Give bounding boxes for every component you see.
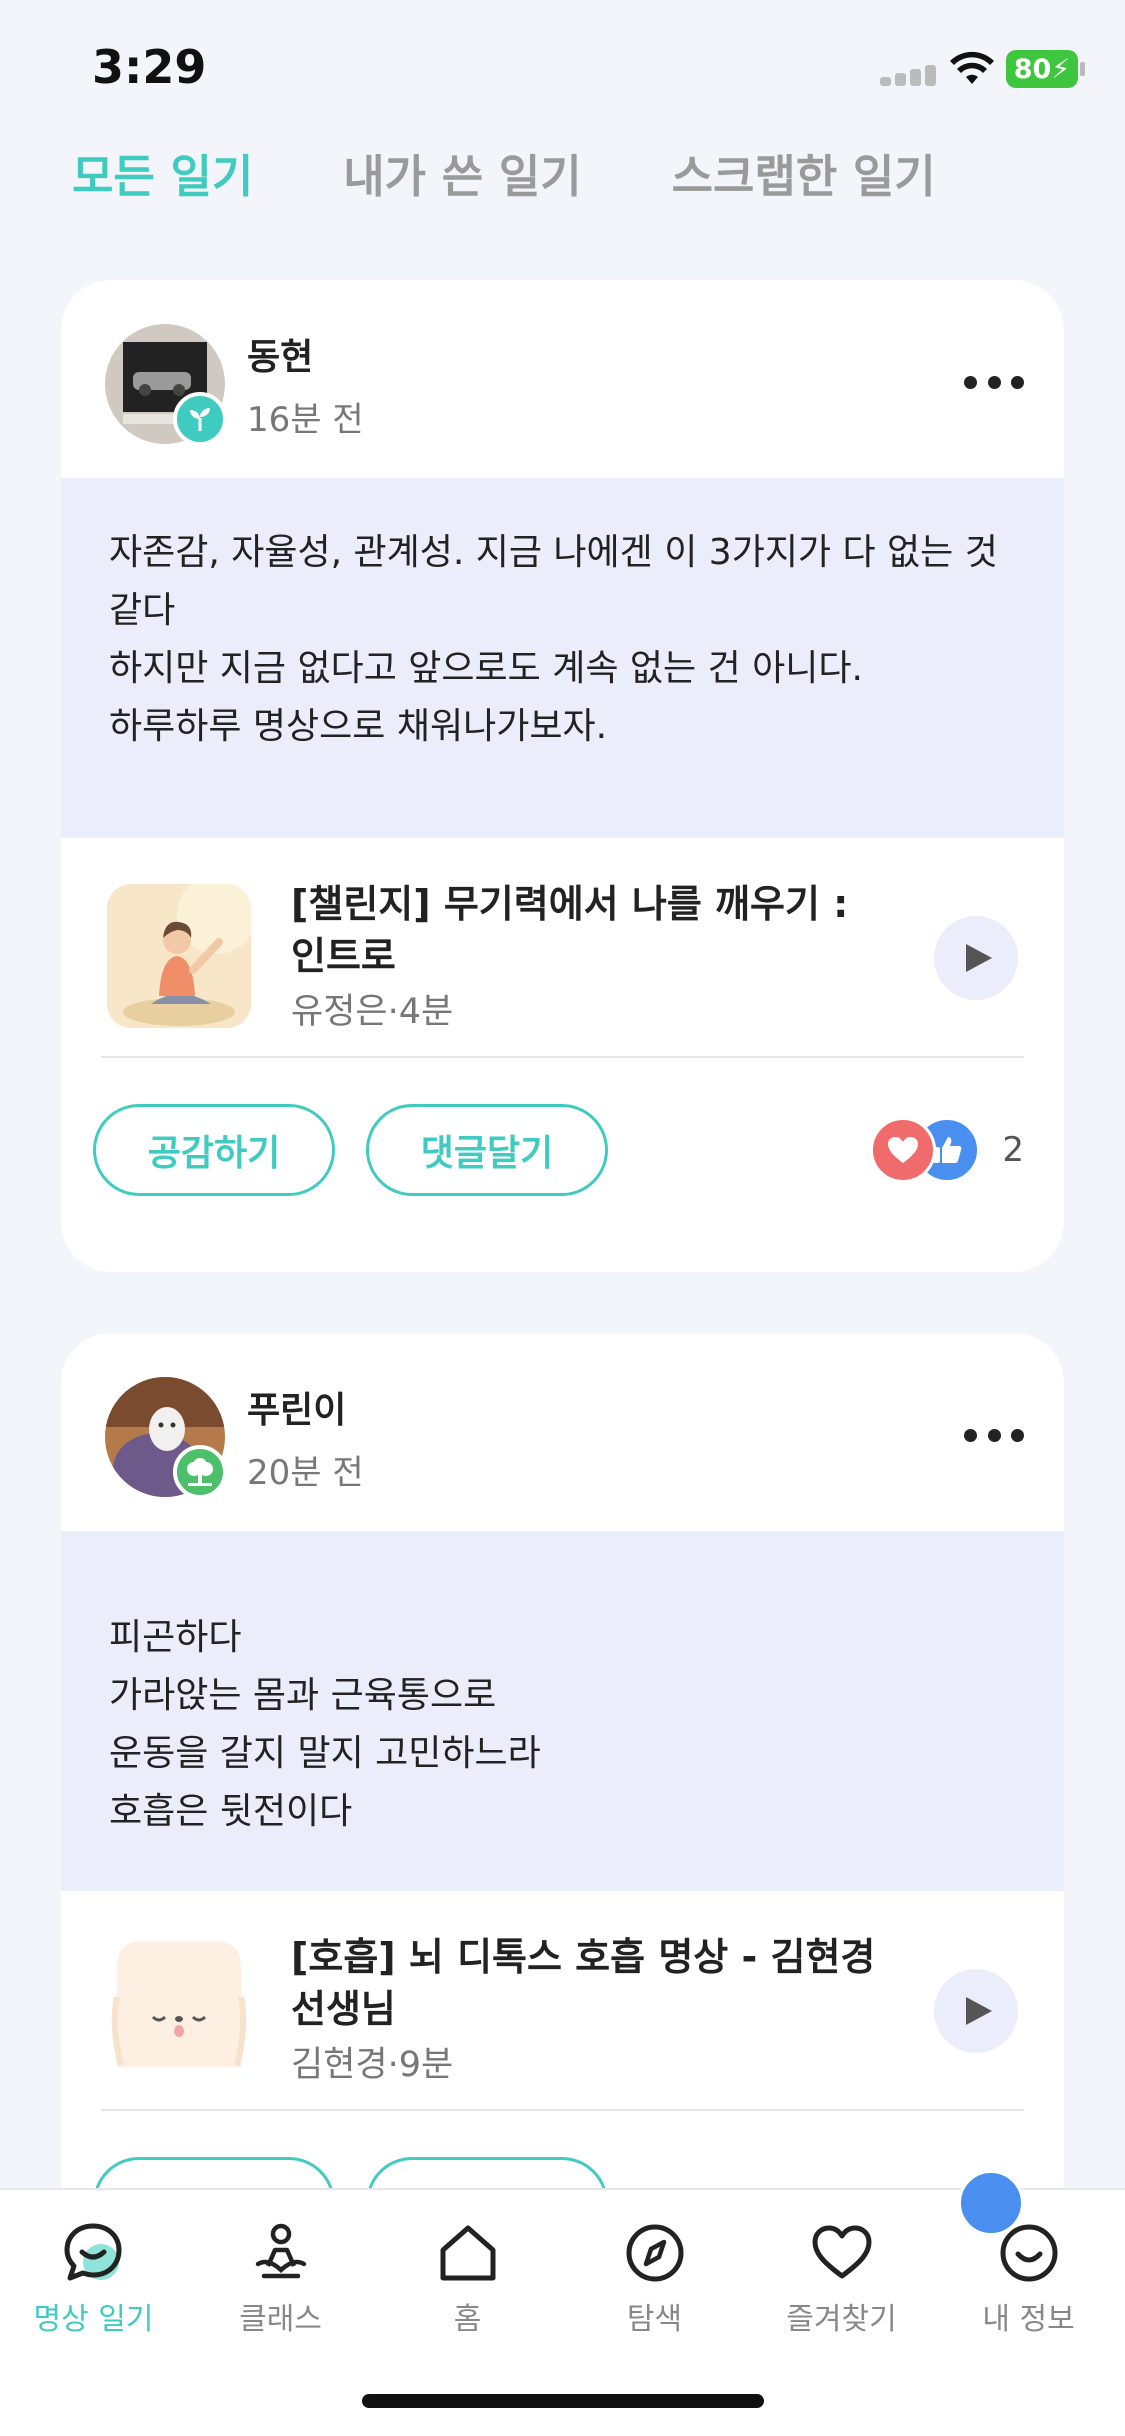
- status-bar: 3:29 80 ⚡: [0, 0, 1125, 130]
- content-meta: 김현경·9분: [291, 2045, 454, 2085]
- nav-explore[interactable]: 탐색: [561, 2190, 748, 2350]
- content-title: [챌린지] 무기력에서 나를 깨우기 : 인트로: [291, 882, 849, 978]
- play-button[interactable]: [934, 1969, 1018, 2053]
- content-thumbnail: [107, 884, 251, 1028]
- chat-icon: [64, 2223, 122, 2281]
- battery-level: 80: [1013, 53, 1052, 85]
- post-time: 20분 전: [247, 1453, 364, 1493]
- sprout-badge-icon: [173, 392, 227, 446]
- reaction-count: 2: [1002, 1130, 1024, 1170]
- content-thumbnail: [107, 1937, 251, 2081]
- battery-icon: 80 ⚡: [1006, 50, 1078, 88]
- card-header: 푸린이 20분 전: [61, 1333, 1064, 1531]
- empathize-button[interactable]: 공감하기: [93, 1104, 335, 1196]
- diary-text-area[interactable]: 자존감, 자율성, 관계성. 지금 나에겐 이 3가지가 다 없는 것 같다 하…: [61, 478, 1064, 838]
- diary-text: 자존감, 자율성, 관계성. 지금 나에겐 이 3가지가 다 없는 것 같다 하…: [109, 532, 998, 747]
- nav-label: 내 정보: [982, 2302, 1075, 2337]
- author-name[interactable]: 동현: [247, 328, 313, 380]
- diary-card: 푸린이 20분 전 피곤하다 가라앉는 몸과 근육통으로 운동을 갈지 말지 고…: [61, 1333, 1064, 2233]
- thumbs-up-reaction-icon: [958, 2170, 1024, 2233]
- nav-label: 홈: [453, 2302, 482, 2337]
- play-icon: [966, 1997, 992, 2025]
- nav-meditation-diary[interactable]: 명상 일기: [0, 2190, 187, 2350]
- content-title: [호흡] 뇌 디톡스 호흡 명상 - 김현경 선생님: [291, 1935, 876, 2031]
- diary-card: 동현 16분 전 자존감, 자율성, 관계성. 지금 나에겐 이 3가지가 다 …: [61, 280, 1064, 1272]
- more-options-icon[interactable]: [964, 362, 1024, 402]
- post-time: 16분 전: [247, 400, 364, 440]
- diary-text: 피곤하다 가라앉는 몸과 근육통으로 운동을 갈지 말지 고민하느라 호흡은 뒷…: [109, 1617, 541, 1832]
- wifi-icon: [950, 51, 994, 84]
- battery-cap: [1080, 62, 1085, 76]
- play-button[interactable]: [934, 916, 1018, 1000]
- linked-content[interactable]: [챌린지] 무기력에서 나를 깨우기 : 인트로 유정은·4분: [61, 838, 1064, 1058]
- comment-button[interactable]: 댓글달기: [366, 1104, 608, 1196]
- nav-class[interactable]: 클래스: [187, 2190, 374, 2350]
- play-icon: [966, 944, 992, 972]
- nav-home[interactable]: 홈: [374, 2190, 561, 2350]
- compass-icon: [626, 2224, 684, 2282]
- tab-scrapped-diaries[interactable]: 스크랩한 일기: [672, 140, 936, 210]
- heart-reaction-icon: [870, 1117, 937, 1183]
- action-row: 공감하기 댓글달기 2: [61, 1058, 1064, 1258]
- heart-icon: [812, 2225, 872, 2279]
- nav-label: 즐겨찾기: [786, 2302, 897, 2337]
- nav-label: 클래스: [239, 2302, 322, 2337]
- home-icon: [440, 2225, 496, 2281]
- tree-badge-icon: [173, 1445, 227, 1499]
- tab-my-diaries[interactable]: 내가 쓴 일기: [343, 140, 581, 210]
- content-meta: 유정은·4분: [291, 992, 454, 1032]
- reaction-summary[interactable]: 2: [870, 1116, 1024, 1184]
- reaction-summary[interactable]: [958, 2169, 1024, 2233]
- diary-text-area[interactable]: 피곤하다 가라앉는 몸과 근육통으로 운동을 갈지 말지 고민하느라 호흡은 뒷…: [61, 1531, 1064, 1891]
- linked-content[interactable]: [호흡] 뇌 디톡스 호흡 명상 - 김현경 선생님 김현경·9분: [61, 1891, 1064, 2111]
- author-name[interactable]: 푸린이: [247, 1381, 346, 1433]
- status-time: 3:29: [92, 40, 207, 94]
- card-header: 동현 16분 전: [61, 280, 1064, 478]
- nav-label: 탐색: [626, 2302, 683, 2337]
- meditation-icon: [255, 2223, 307, 2279]
- more-options-icon[interactable]: [964, 1415, 1024, 1455]
- nav-favorites[interactable]: 즐겨찾기: [748, 2190, 935, 2350]
- diary-tabs: 모든 일기 내가 쓴 일기 스크랩한 일기: [72, 140, 1026, 210]
- home-indicator: [362, 2394, 764, 2408]
- tab-all-diaries[interactable]: 모든 일기: [72, 140, 253, 210]
- signal-icon: [880, 62, 938, 86]
- nav-label: 명상 일기: [33, 2302, 154, 2337]
